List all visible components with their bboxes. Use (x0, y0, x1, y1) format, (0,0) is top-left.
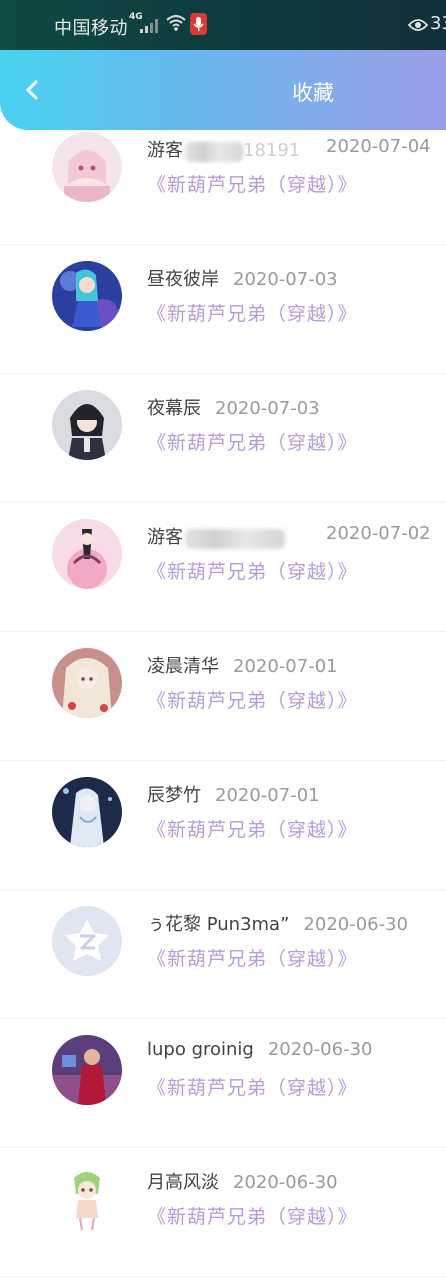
user-name: 夜幕辰 (147, 398, 201, 419)
book-title-link[interactable]: 《新葫芦兄弟（穿越）》 (147, 299, 358, 326)
status-bar: 中国移动 4G 33 (0, 0, 446, 50)
avatar (52, 1035, 122, 1105)
signal-icon (140, 17, 158, 38)
book-title-link[interactable]: 《新葫芦兄弟（穿越）》 (147, 1202, 358, 1229)
page-title: 收藏 (292, 81, 334, 105)
avatar (52, 1164, 122, 1234)
avatar (52, 777, 122, 847)
user-name: 凌晨清华 (147, 656, 219, 677)
eye-icon (407, 16, 429, 37)
redacted-name (185, 528, 285, 549)
book-title-link[interactable]: 《新葫芦兄弟（穿越）》 (147, 557, 358, 584)
favorite-date: 2020-07-04 (326, 136, 431, 157)
favorite-date: 2020-07-02 (326, 523, 431, 544)
favorite-date: 2020-07-03 (215, 398, 320, 419)
avatar (52, 132, 122, 202)
list-item[interactable]: 月高风淡 2020-06-30 《新葫芦兄弟（穿越）》 (0, 1148, 446, 1277)
list-item[interactable]: 昼夜彼岸 2020-07-03 《新葫芦兄弟（穿越）》 (0, 245, 446, 374)
list-item[interactable]: lupo groinig 2020-06-30 《新葫芦兄弟（穿越）》 (0, 1019, 446, 1148)
user-name: ぅ花黎 Pun3ma” (147, 914, 290, 935)
name-row: 夜幕辰 2020-07-03 (147, 394, 320, 420)
book-title-link[interactable]: 《新葫芦兄弟（穿越）》 (147, 944, 358, 971)
book-title-link[interactable]: 《新葫芦兄弟（穿越）》 (147, 1073, 358, 1100)
avatar (52, 648, 122, 718)
favorites-list: 游客 18191 2020-07-04 《新葫芦兄弟（穿越）》 昼夜彼岸 2020-… (0, 130, 446, 1280)
avatar (52, 261, 122, 331)
book-title-link[interactable]: 《新葫芦兄弟（穿越）》 (147, 170, 358, 197)
user-name: 辰梦竹 (147, 785, 201, 806)
name-row: 游客 (147, 523, 285, 549)
avatar (52, 519, 122, 589)
list-item[interactable]: 辰梦竹 2020-07-01 《新葫芦兄弟（穿越）》 (0, 761, 446, 890)
list-item[interactable]: ぅ花黎 Pun3ma” 2020-06-30 《新葫芦兄弟（穿越）》 (0, 890, 446, 1019)
name-row: lupo groinig 2020-06-30 (147, 1039, 372, 1060)
book-title-link[interactable]: 《新葫芦兄弟（穿越）》 (147, 686, 358, 713)
favorite-date: 2020-06-30 (233, 1172, 338, 1193)
user-name: 月高风淡 (147, 1172, 219, 1193)
name-row: ぅ花黎 Pun3ma” 2020-06-30 (147, 910, 408, 936)
redacted-name (185, 141, 243, 162)
user-name: lupo groinig (147, 1039, 254, 1060)
name-row: 辰梦竹 2020-07-01 (147, 781, 320, 807)
battery-label: 33 (430, 13, 446, 34)
book-title-link[interactable]: 《新葫芦兄弟（穿越）》 (147, 428, 358, 455)
name-row: 昼夜彼岸 2020-07-03 (147, 265, 338, 291)
book-title-link[interactable]: 《新葫芦兄弟（穿越）》 (147, 815, 358, 842)
favorite-date: 2020-07-01 (233, 656, 338, 677)
avatar (52, 390, 122, 460)
list-item[interactable]: 凌晨清华 2020-07-01 《新葫芦兄弟（穿越）》 (0, 632, 446, 761)
favorite-date: 2020-07-03 (233, 269, 338, 290)
avatar (52, 906, 122, 976)
app-header: 收藏 (0, 50, 446, 130)
favorite-date: 2020-06-30 (267, 1039, 373, 1060)
user-name: 游客 (147, 527, 183, 548)
list-item[interactable]: 游客 18191 2020-07-04 《新葫芦兄弟（穿越）》 (0, 130, 446, 245)
favorite-date: 2020-07-01 (215, 785, 320, 806)
microphone-icon (190, 13, 207, 35)
favorite-date: 2020-06-30 (303, 914, 409, 935)
user-name-tail: 18191 (243, 140, 301, 161)
name-row: 凌晨清华 2020-07-01 (147, 652, 338, 678)
name-row: 游客 18191 (147, 136, 300, 162)
name-row: 月高风淡 2020-06-30 (147, 1168, 338, 1194)
carrier-label: 中国移动 (54, 18, 128, 39)
wifi-icon (166, 14, 186, 37)
list-item[interactable]: 游客 2020-07-02 《新葫芦兄弟（穿越）》 (0, 503, 446, 632)
user-name: 游客 (147, 140, 183, 161)
list-item[interactable]: 夜幕辰 2020-07-03 《新葫芦兄弟（穿越）》 (0, 374, 446, 503)
user-name: 昼夜彼岸 (147, 269, 219, 290)
